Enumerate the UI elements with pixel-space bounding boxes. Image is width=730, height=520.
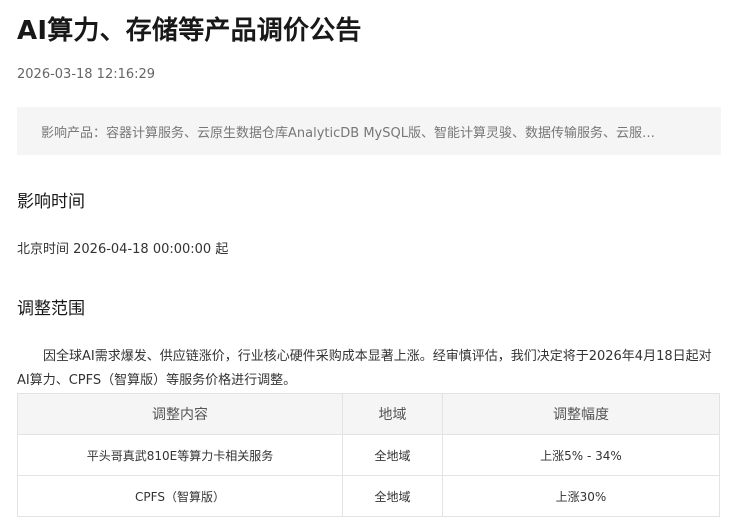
- table-cell-region: 全地域: [342, 434, 443, 476]
- table-header-region: 地域: [342, 393, 443, 435]
- affected-products-text: 影响产品：容器计算服务、云原生数据仓库AnalyticDB MySQL版、智能计…: [41, 125, 655, 141]
- table-cell-region: 全地域: [342, 475, 443, 517]
- table-cell-range: 上涨5% - 34%: [442, 434, 720, 476]
- scope-paragraph: 因全球AI需求爆发、供应链涨价，行业核心硬件采购成本显著上涨。经审慎评估，我们决…: [17, 349, 712, 388]
- price-adjustment-table: 调整内容 地域 调整幅度 平头哥真武810E等算力卡相关服务 全地域 上涨5% …: [17, 393, 720, 517]
- table-header-row: 调整内容 地域 调整幅度: [17, 393, 720, 435]
- publish-timestamp: 2026-03-18 12:16:29: [17, 67, 156, 82]
- table-cell-content: 平头哥真武810E等算力卡相关服务: [17, 434, 343, 476]
- section-heading-time: 影响时间: [17, 192, 85, 212]
- table-row: 平头哥真武810E等算力卡相关服务 全地域 上涨5% - 34%: [17, 434, 720, 476]
- price-adjustment-table-wrap: 调整内容 地域 调整幅度 平头哥真武810E等算力卡相关服务 全地域 上涨5% …: [17, 393, 721, 517]
- table-cell-range: 上涨30%: [442, 475, 720, 517]
- effective-time-text: 北京时间 2026-04-18 00:00:00 起: [17, 242, 229, 257]
- section-heading-scope: 调整范围: [17, 299, 85, 319]
- table-header-content: 调整内容: [17, 393, 343, 435]
- page-title: AI算力、存储等产品调价公告: [17, 16, 362, 46]
- table-cell-content: CPFS（智算版）: [17, 475, 343, 517]
- table-row: CPFS（智算版） 全地域 上涨30%: [17, 475, 720, 517]
- affected-products-box: 影响产品：容器计算服务、云原生数据仓库AnalyticDB MySQL版、智能计…: [17, 107, 721, 155]
- table-header-range: 调整幅度: [442, 393, 720, 435]
- announcement-page: AI算力、存储等产品调价公告 2026-03-18 12:16:29 影响产品：…: [0, 0, 730, 520]
